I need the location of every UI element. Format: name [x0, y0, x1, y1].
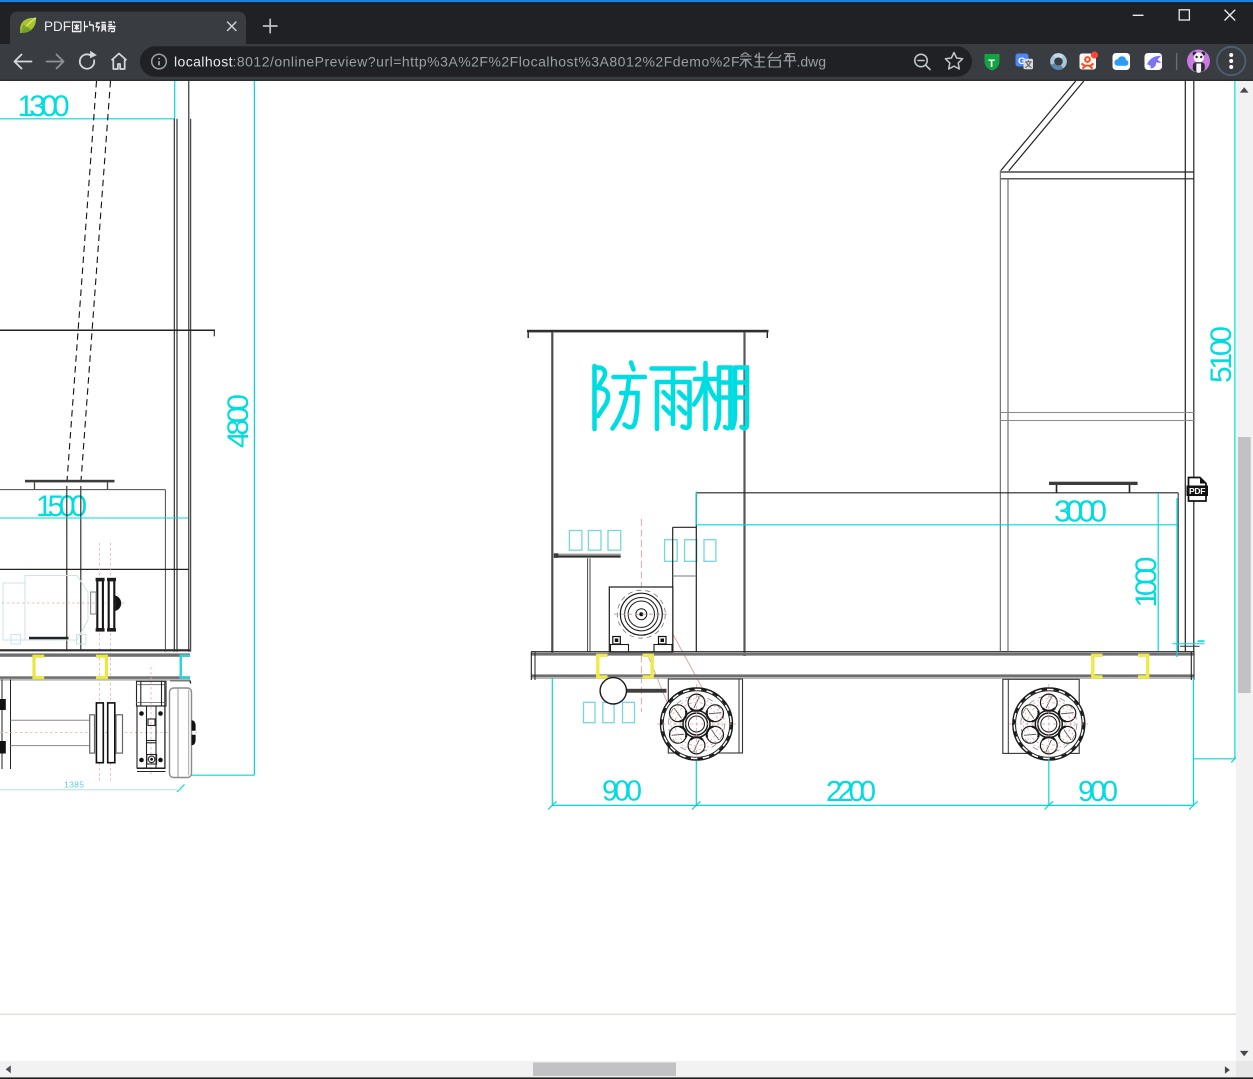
svg-text:1000: 1000: [1130, 557, 1163, 608]
svg-text:localhost: localhost: [174, 53, 233, 69]
svg-text:4800: 4800: [222, 394, 255, 448]
svg-text:2200: 2200: [826, 776, 876, 808]
svg-text:T: T: [988, 58, 995, 70]
svg-text:PDF: PDF: [1189, 486, 1206, 496]
svg-text:5100: 5100: [1205, 326, 1238, 383]
svg-text:1385: 1385: [64, 780, 84, 790]
svg-text:900: 900: [1078, 776, 1118, 808]
svg-text:1300: 1300: [18, 90, 70, 123]
svg-text::8012/onlinePreview?url=http%3: :8012/onlinePreview?url=http%3A%2F%2Floc…: [233, 53, 740, 69]
svg-text:3000: 3000: [1054, 494, 1107, 529]
svg-text:.dwg: .dwg: [797, 53, 827, 69]
svg-text:900: 900: [602, 776, 642, 808]
svg-text:PDF: PDF: [44, 19, 71, 34]
